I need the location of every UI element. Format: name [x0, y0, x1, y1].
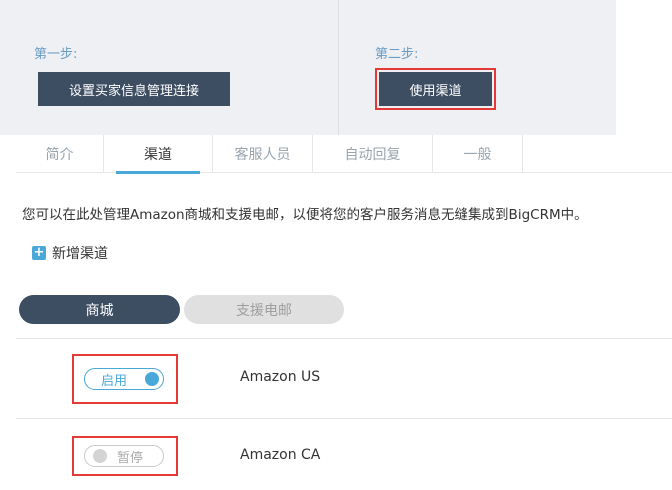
step-1: 第一步: 设置买家信息管理连接	[0, 0, 338, 135]
plus-icon: +	[32, 245, 46, 260]
toggle-highlight: 暂停	[72, 436, 178, 476]
add-channel-button[interactable]: + 新增渠道	[32, 243, 108, 263]
use-channel-button[interactable]: 使用渠道	[375, 68, 496, 110]
toggle-label: 启用	[101, 373, 128, 389]
steps-panel: 第一步: 设置买家信息管理连接 第二步: 使用渠道	[0, 0, 616, 135]
channel-row: 启用 Amazon US	[16, 338, 672, 418]
toggle-label: 暂停	[117, 450, 144, 466]
channel-row: 暂停 Amazon CA	[16, 418, 672, 490]
channel-name: Amazon US	[240, 369, 321, 385]
tab-bar: 简介 渠道 客服人员 自动回复 一般	[16, 135, 672, 174]
tab-auto-reply[interactable]: 自动回复	[313, 135, 433, 173]
tab-agents[interactable]: 客服人员	[213, 135, 313, 173]
channel-status-toggle[interactable]: 暂停	[84, 445, 164, 467]
channel-description: 您可以在此处管理Amazon商城和支援电邮，以便将您的客户服务消息无缝集成到Bi…	[22, 207, 588, 223]
add-channel-label: 新增渠道	[52, 246, 108, 262]
setup-buyer-connection-button[interactable]: 设置买家信息管理连接	[38, 72, 230, 106]
step-2-label: 第二步:	[375, 47, 419, 62]
toggle-knob-icon	[145, 372, 159, 386]
toggle-highlight: 启用	[72, 354, 178, 404]
step-1-label: 第一步:	[34, 47, 78, 62]
segment-marketplace[interactable]: 商城	[19, 295, 180, 324]
channel-name: Amazon CA	[240, 447, 321, 463]
step-2: 第二步: 使用渠道	[338, 0, 616, 135]
channel-status-toggle[interactable]: 启用	[84, 368, 164, 390]
toggle-knob-icon	[93, 449, 107, 463]
tab-general[interactable]: 一般	[433, 135, 523, 173]
tab-channels[interactable]: 渠道	[104, 135, 213, 174]
tab-intro[interactable]: 简介	[16, 135, 104, 173]
segment-support-email[interactable]: 支援电邮	[184, 295, 344, 324]
